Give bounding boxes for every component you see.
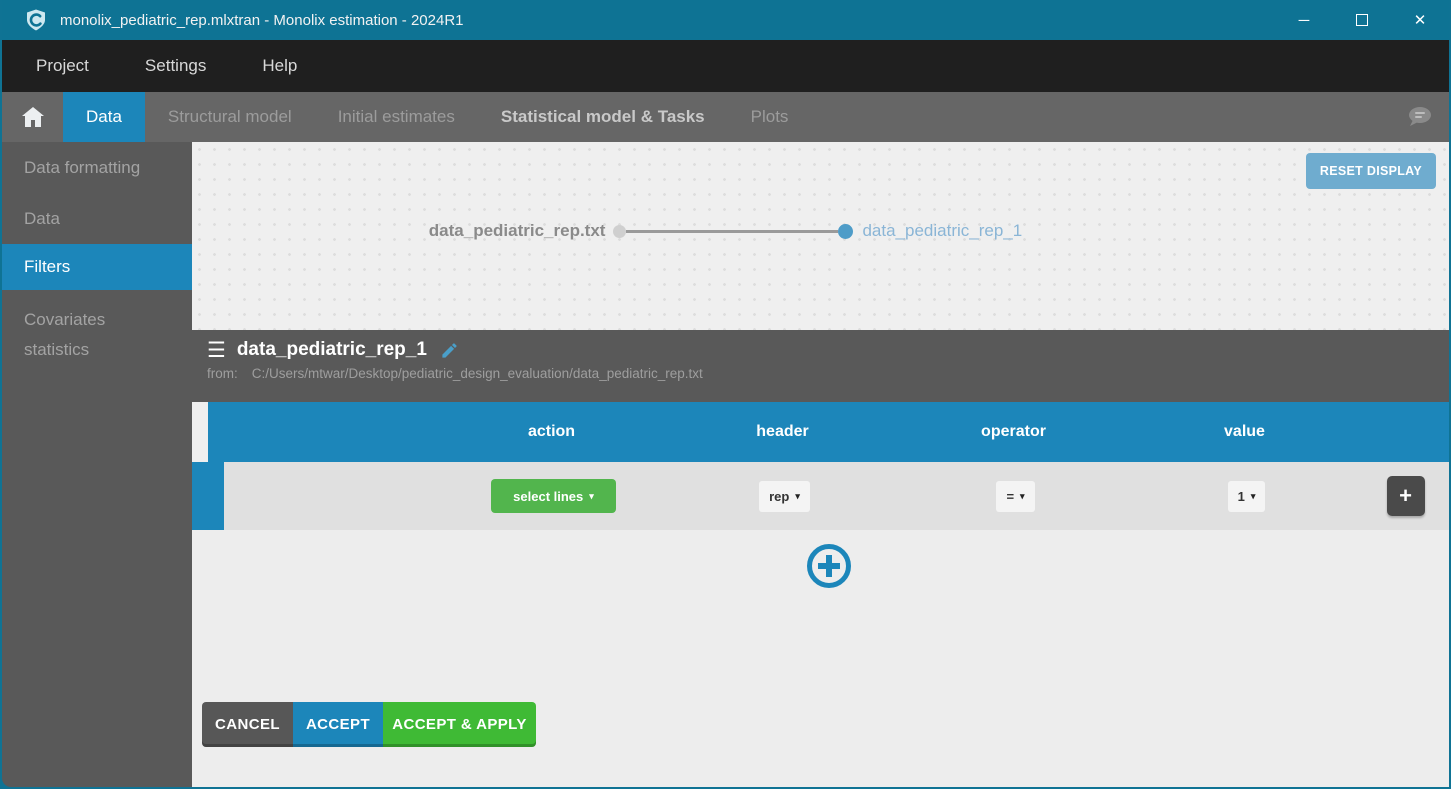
tab-initial-estimates[interactable]: Initial estimates: [315, 92, 478, 142]
circle-plus-icon: [805, 542, 853, 590]
source-node[interactable]: [613, 225, 626, 238]
tab-bar: Data Structural model Initial estimates …: [2, 92, 1449, 142]
source-dataset-label: data_pediatric_rep.txt: [429, 221, 606, 241]
table-gutter: [192, 402, 208, 462]
value-dropdown[interactable]: 1 ▾: [1228, 481, 1266, 512]
app-window: monolix_pediatric_rep.mlxtran - Monolix …: [0, 0, 1451, 789]
cancel-button[interactable]: CANCEL: [202, 702, 293, 747]
home-button[interactable]: [2, 92, 63, 142]
window-controls: ─ ✕: [1275, 0, 1449, 40]
row-selection-strip: [192, 462, 224, 530]
sidebar-item-data[interactable]: Data: [2, 194, 192, 244]
dataset-mapping-canvas: RESET DISPLAY data_pediatric_rep.txt dat…: [192, 142, 1449, 330]
column-header-value: value: [1224, 423, 1265, 441]
footer-actions: CANCEL ACCEPT ACCEPT & APPLY: [202, 702, 536, 747]
filter-table-header: action header operator value: [192, 402, 1449, 462]
add-condition-button[interactable]: +: [1387, 476, 1425, 516]
from-label: from:: [207, 366, 238, 381]
tab-statistical-model-tasks[interactable]: Statistical model & Tasks: [478, 92, 728, 142]
flow-connector-line: [626, 230, 838, 233]
maximize-button[interactable]: [1333, 0, 1391, 40]
monolix-logo-icon: [24, 8, 48, 32]
column-header-action: action: [528, 423, 575, 441]
tab-plots[interactable]: Plots: [728, 92, 812, 142]
operator-dropdown-value: =: [1006, 489, 1014, 504]
menu-bar: Project Settings Help: [2, 40, 1449, 92]
lower-panel: CANCEL ACCEPT ACCEPT & APPLY: [192, 530, 1449, 787]
feedback-button[interactable]: [1405, 92, 1433, 142]
sidebar-item-data-formatting[interactable]: Data formatting: [2, 142, 192, 194]
chevron-down-icon: ▾: [589, 492, 594, 501]
action-dropdown-value: select lines: [513, 489, 583, 504]
filter-row: select lines ▾ rep ▾: [192, 462, 1449, 530]
chevron-down-icon: ▾: [1020, 492, 1025, 501]
close-button[interactable]: ✕: [1391, 0, 1449, 40]
reset-display-button[interactable]: RESET DISPLAY: [1306, 153, 1436, 189]
result-dataset-label[interactable]: data_pediatric_rep_1: [862, 221, 1022, 241]
title-bar: monolix_pediatric_rep.mlxtran - Monolix …: [2, 0, 1449, 40]
content-area: Data formatting Data Filters Covariates …: [2, 142, 1449, 787]
maximize-icon: [1356, 14, 1368, 26]
comment-bubble-icon: [1405, 105, 1433, 129]
header-dropdown-value: rep: [769, 489, 789, 504]
action-dropdown[interactable]: select lines ▾: [491, 479, 616, 513]
chevron-down-icon: ▾: [795, 492, 800, 501]
operator-dropdown[interactable]: = ▾: [996, 481, 1034, 512]
menu-project[interactable]: Project: [36, 56, 89, 76]
chevron-down-icon: ▾: [1251, 492, 1256, 501]
sidebar: Data formatting Data Filters Covariates …: [2, 142, 192, 787]
menu-settings[interactable]: Settings: [145, 56, 206, 76]
dataset-menu-icon[interactable]: ☰: [207, 340, 226, 361]
tab-data[interactable]: Data: [63, 92, 145, 142]
dataset-title: data_pediatric_rep_1: [237, 339, 427, 361]
dataset-header: ☰ data_pediatric_rep_1 from: C:/Users/mt…: [192, 330, 1449, 402]
accept-button[interactable]: ACCEPT: [293, 702, 383, 747]
column-header-header: header: [756, 423, 808, 441]
column-header-operator: operator: [981, 423, 1046, 441]
result-node[interactable]: [838, 224, 853, 239]
home-icon: [21, 106, 45, 128]
dataset-flow: data_pediatric_rep.txt data_pediatric_re…: [192, 216, 1449, 246]
add-filter-action-button[interactable]: [805, 542, 853, 595]
tab-structural-model[interactable]: Structural model: [145, 92, 315, 142]
accept-and-apply-button[interactable]: ACCEPT & APPLY: [383, 702, 536, 747]
header-dropdown[interactable]: rep ▾: [759, 481, 810, 512]
dataset-file-path: C:/Users/mtwar/Desktop/pediatric_design_…: [252, 366, 703, 381]
value-dropdown-value: 1: [1238, 489, 1245, 504]
window-title: monolix_pediatric_rep.mlxtran - Monolix …: [60, 12, 464, 29]
main-panel: RESET DISPLAY data_pediatric_rep.txt dat…: [192, 142, 1449, 787]
edit-name-icon[interactable]: [440, 341, 459, 360]
minimize-button[interactable]: ─: [1275, 0, 1333, 40]
menu-help[interactable]: Help: [262, 56, 297, 76]
sidebar-item-filters[interactable]: Filters: [2, 244, 192, 290]
sidebar-item-covariates-statistics[interactable]: Covariates statistics: [2, 290, 192, 380]
